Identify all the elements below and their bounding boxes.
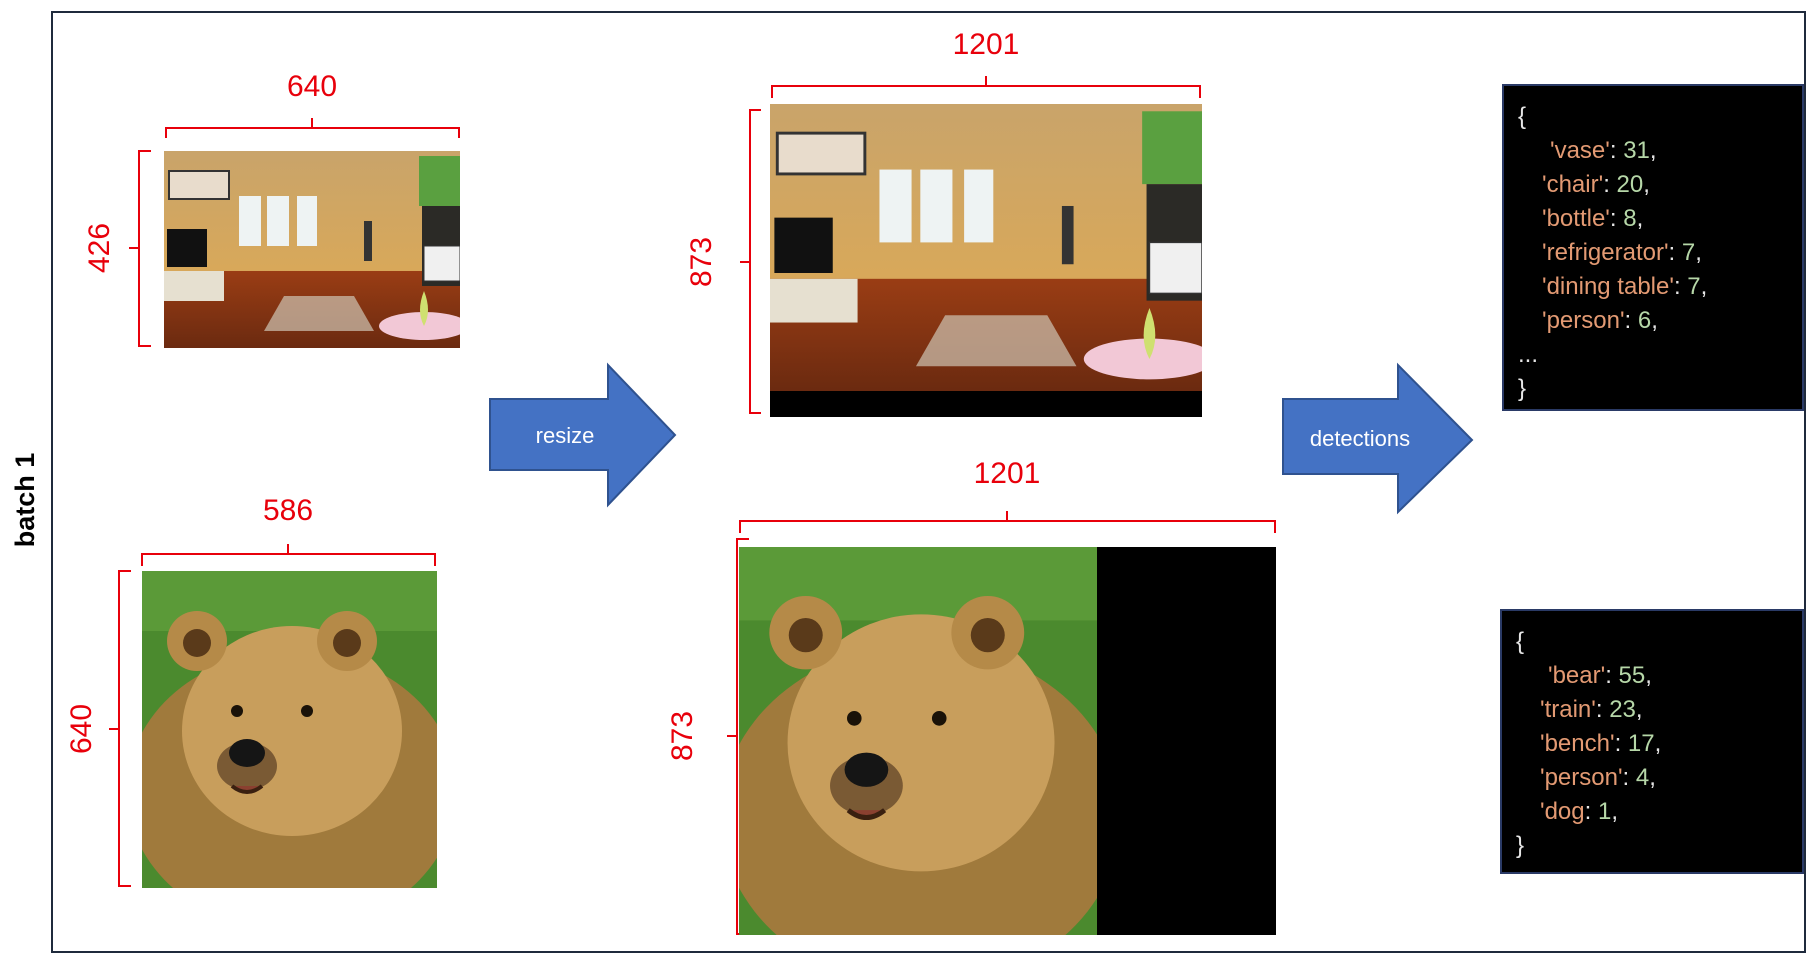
detections-box-top: { 'vase': 31, 'chair': 20, 'bottle': 8, … (1502, 84, 1804, 411)
out2-width-bracket (739, 511, 1276, 533)
kitchen-photo-resized (770, 104, 1202, 417)
img1-width-bracket (165, 118, 460, 138)
out2-width-label: 1201 (973, 457, 1041, 490)
img2-height-label: 640 (65, 703, 98, 755)
detections-label: detections (1309, 426, 1411, 451)
json-ellipsis: ... (1518, 341, 1539, 368)
json-entry: 'bench': 17, (1540, 730, 1662, 757)
bear-photo-original (142, 571, 437, 888)
img1-height-bracket (129, 150, 151, 347)
bear-photo-resized (739, 547, 1276, 935)
json-open-brace: { (1516, 628, 1525, 655)
out2-height-label: 873 (666, 710, 699, 762)
img2-width-bracket (141, 544, 436, 566)
json-entry: 'person': 6, (1542, 307, 1658, 334)
img2-width-label: 586 (262, 494, 314, 527)
out1-width-label: 1201 (952, 28, 1020, 61)
json-entry: 'bear': 55, (1548, 662, 1652, 689)
json-close-brace: } (1518, 375, 1527, 402)
json-entry: 'dog: 1, (1540, 798, 1618, 825)
json-entry: 'bottle': 8, (1542, 205, 1644, 232)
out1-height-label: 873 (685, 236, 718, 288)
resize-label: resize (535, 423, 595, 448)
json-entry: 'train': 23, (1540, 696, 1643, 723)
img2-height-bracket (109, 570, 131, 887)
json-entry: 'person': 4, (1540, 764, 1656, 791)
json-entry: 'refrigerator': 7, (1542, 239, 1702, 266)
json-entry: 'chair': 20, (1542, 171, 1650, 198)
detections-box-bottom: { 'bear': 55, 'train': 23, 'bench': 17, … (1500, 609, 1804, 874)
kitchen-photo-original (164, 151, 460, 348)
json-entry: 'dining table': 7, (1542, 273, 1708, 300)
json-entry: 'vase': 31, (1550, 137, 1657, 164)
img1-width-label: 640 (286, 70, 338, 103)
out1-height-bracket (740, 109, 761, 414)
out1-width-bracket (771, 76, 1201, 98)
img1-height-label: 426 (83, 222, 116, 274)
json-close-brace: } (1516, 832, 1525, 859)
json-open-brace: { (1518, 103, 1527, 130)
